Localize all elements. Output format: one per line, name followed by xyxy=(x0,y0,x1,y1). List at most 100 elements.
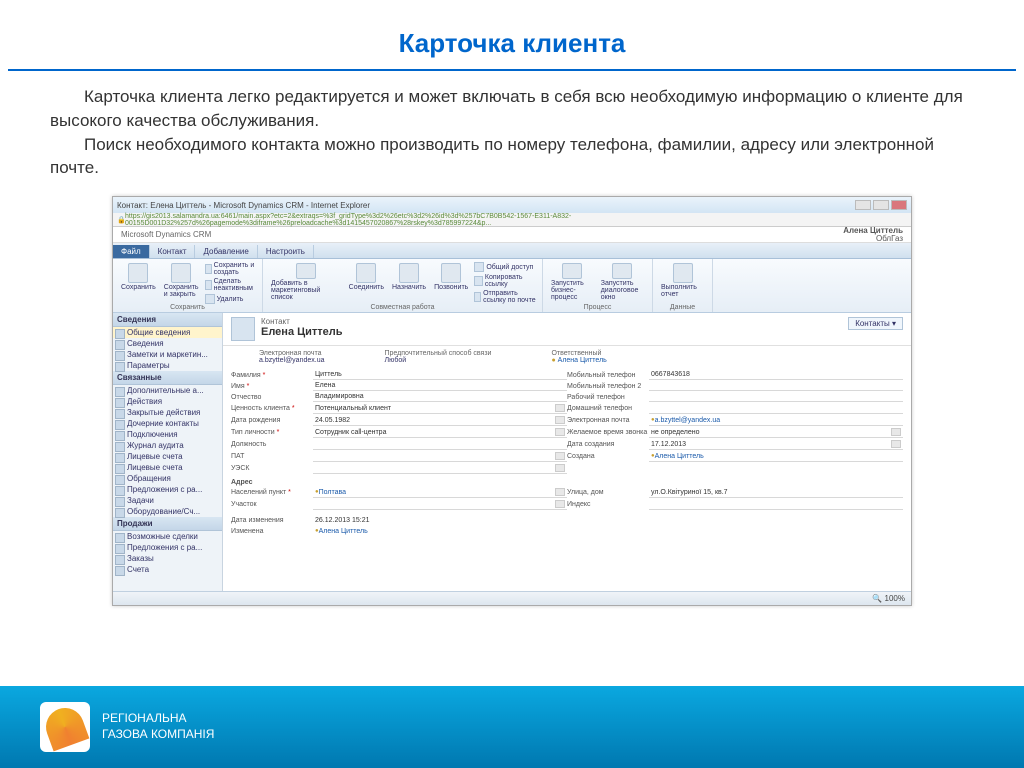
sidebar-item[interactable]: Возможные сделки xyxy=(113,531,222,542)
modified-by[interactable]: Алена Циттель xyxy=(313,526,903,536)
status-bar: 🔍 100% xyxy=(113,591,911,605)
record-type: Контакт xyxy=(261,317,343,326)
lookup-icon[interactable] xyxy=(555,452,565,460)
email-field[interactable]: a.bzyttel@yandex.ua xyxy=(649,416,903,426)
tab-contact[interactable]: Контакт xyxy=(150,245,196,258)
sidebar-item[interactable]: Обращения xyxy=(113,473,222,484)
title-divider xyxy=(8,69,1016,71)
chevron-down-icon[interactable] xyxy=(555,404,565,412)
summary-contact-method: Любой xyxy=(384,357,491,364)
content-area: Контакт Елена Циттель Контакты ▾ Электро… xyxy=(223,313,911,593)
lastname-field[interactable]: Циттель xyxy=(313,370,567,380)
assign-button[interactable]: Назначить xyxy=(388,261,430,303)
product-name: Microsoft Dynamics CRM xyxy=(121,230,211,239)
sidebar-item-params[interactable]: Параметры xyxy=(113,360,222,371)
firstname-field[interactable]: Елена xyxy=(313,381,567,391)
deactivate-button[interactable]: Сделать неактивным xyxy=(203,277,258,293)
summary-row: Электронная почтаa.bzyttel@yandex.ua Пре… xyxy=(223,346,911,368)
sidebar-item[interactable]: Лицевые счета xyxy=(113,462,222,473)
delete-icon xyxy=(205,294,215,304)
address-bar[interactable]: 🔒 https://gis2013.salamandra.ua:6461/mai… xyxy=(113,213,911,227)
sidebar-item[interactable]: Предложения с ра... xyxy=(113,484,222,495)
workphone-field[interactable] xyxy=(649,392,903,402)
save-close-button[interactable]: Сохранить и закрыть xyxy=(160,261,203,303)
deactivate-icon xyxy=(205,280,212,290)
run-process-button[interactable]: Запустить бизнес-процесс xyxy=(547,261,597,303)
lookup-icon[interactable] xyxy=(555,464,565,472)
chevron-down-icon[interactable] xyxy=(555,428,565,436)
homephone-field[interactable] xyxy=(649,404,903,414)
assign-icon xyxy=(399,263,419,283)
save-new-icon xyxy=(205,264,212,274)
summary-email[interactable]: a.bzyttel@yandex.ua xyxy=(259,357,324,364)
sidebar-item[interactable]: Предложения с ра... xyxy=(113,542,222,553)
district-field[interactable] xyxy=(313,499,567,510)
position-field[interactable] xyxy=(313,440,567,450)
street-field[interactable]: ул.О.Квітуриної 15, кв.7 xyxy=(649,488,903,498)
call-button[interactable]: Позвонить xyxy=(430,261,472,303)
save-close-icon xyxy=(171,263,191,283)
maximize-button[interactable] xyxy=(873,200,889,210)
save-new-button[interactable]: Сохранить и создать xyxy=(203,261,258,277)
run-report-button[interactable]: Выполнить отчет xyxy=(657,261,708,303)
tab-customize[interactable]: Настроить xyxy=(258,245,314,258)
current-user[interactable]: Алена Циттель ОблГаз xyxy=(843,227,903,243)
sidebar-header-sales: Продажи xyxy=(113,517,222,531)
created-date-field: 17.12.2013 xyxy=(649,439,903,450)
sidebar-item-notes[interactable]: Заметки и маркетин... xyxy=(113,349,222,360)
mobile2-field[interactable] xyxy=(649,381,903,391)
ribbon-group-process: Процесс xyxy=(543,304,652,311)
sidebar-item[interactable]: Действия xyxy=(113,396,222,407)
middlename-field[interactable]: Владимировна xyxy=(313,392,567,402)
connect-button[interactable]: Соединить xyxy=(345,261,388,303)
sidebar-item-general[interactable]: Общие сведения xyxy=(113,327,222,338)
personality-type-field[interactable]: Сотрудник call-центра xyxy=(313,427,567,438)
sidebar-item[interactable]: Журнал аудита xyxy=(113,440,222,451)
close-button[interactable] xyxy=(891,200,907,210)
copy-link-button[interactable]: Копировать ссылку xyxy=(472,273,538,289)
calltime-field[interactable]: не определено xyxy=(649,427,903,438)
sidebar-item[interactable]: Лицевые счета xyxy=(113,451,222,462)
chevron-down-icon[interactable] xyxy=(891,428,901,436)
sidebar-item[interactable]: Дополнительные а... xyxy=(113,385,222,396)
call-icon xyxy=(441,263,461,283)
contacts-dropdown[interactable]: Контакты ▾ xyxy=(848,317,903,330)
usk-field[interactable] xyxy=(313,463,567,474)
sidebar-item[interactable]: Подключения xyxy=(113,429,222,440)
lookup-icon[interactable] xyxy=(555,500,565,508)
lookup-icon[interactable] xyxy=(555,488,565,496)
send-link-button[interactable]: Отправить ссылку по почте xyxy=(472,289,538,305)
tab-add[interactable]: Добавление xyxy=(195,245,257,258)
sidebar-item[interactable]: Счета xyxy=(113,564,222,575)
sidebar-item[interactable]: Задачи xyxy=(113,495,222,506)
minimize-button[interactable] xyxy=(855,200,871,210)
save-button[interactable]: Сохранить xyxy=(117,261,160,303)
birthdate-field[interactable]: 24.05.1982 xyxy=(313,415,567,426)
summary-owner[interactable]: Алена Циттель xyxy=(551,357,606,364)
run-dialog-button[interactable]: Запустить диалоговое окно xyxy=(597,261,648,303)
record-name: Елена Циттель xyxy=(261,326,343,338)
index-field[interactable] xyxy=(649,500,903,510)
sidebar-item[interactable]: Заказы xyxy=(113,553,222,564)
slide-description: Карточка клиента легко редактируется и м… xyxy=(0,85,1024,196)
calendar-icon[interactable] xyxy=(555,416,565,424)
share-button[interactable]: Общий доступ xyxy=(472,261,538,273)
sidebar-item[interactable]: Закрытые действия xyxy=(113,407,222,418)
company-name: РЕГІОНАЛЬНА ГАЗОВА КОМПАНІЯ xyxy=(102,711,214,742)
sidebar-item-details[interactable]: Сведения xyxy=(113,338,222,349)
url-text: https://gis2013.salamandra.ua:6461/main.… xyxy=(125,213,907,227)
ribbon-group-collab: Совместная работа xyxy=(263,304,542,311)
lock-icon: 🔒 xyxy=(117,216,125,224)
sidebar-item[interactable]: Оборудование/Сч... xyxy=(113,506,222,517)
created-by-field[interactable]: Алена Циттель xyxy=(649,452,903,462)
link-icon xyxy=(474,276,483,286)
city-field[interactable]: Полтава xyxy=(313,487,567,498)
mobile-field[interactable]: 0667843618 xyxy=(649,370,903,380)
sidebar-item[interactable]: Дочерние контакты xyxy=(113,418,222,429)
pat-field[interactable] xyxy=(313,451,567,462)
zoom-indicator[interactable]: 🔍 100% xyxy=(872,594,905,603)
client-value-field[interactable]: Потенциальный клиент xyxy=(313,403,567,414)
tab-file[interactable]: Файл xyxy=(113,245,150,258)
sidebar-header-related: Связанные xyxy=(113,371,222,385)
add-marketing-button[interactable]: Добавить в маркетинговый список xyxy=(267,261,345,303)
